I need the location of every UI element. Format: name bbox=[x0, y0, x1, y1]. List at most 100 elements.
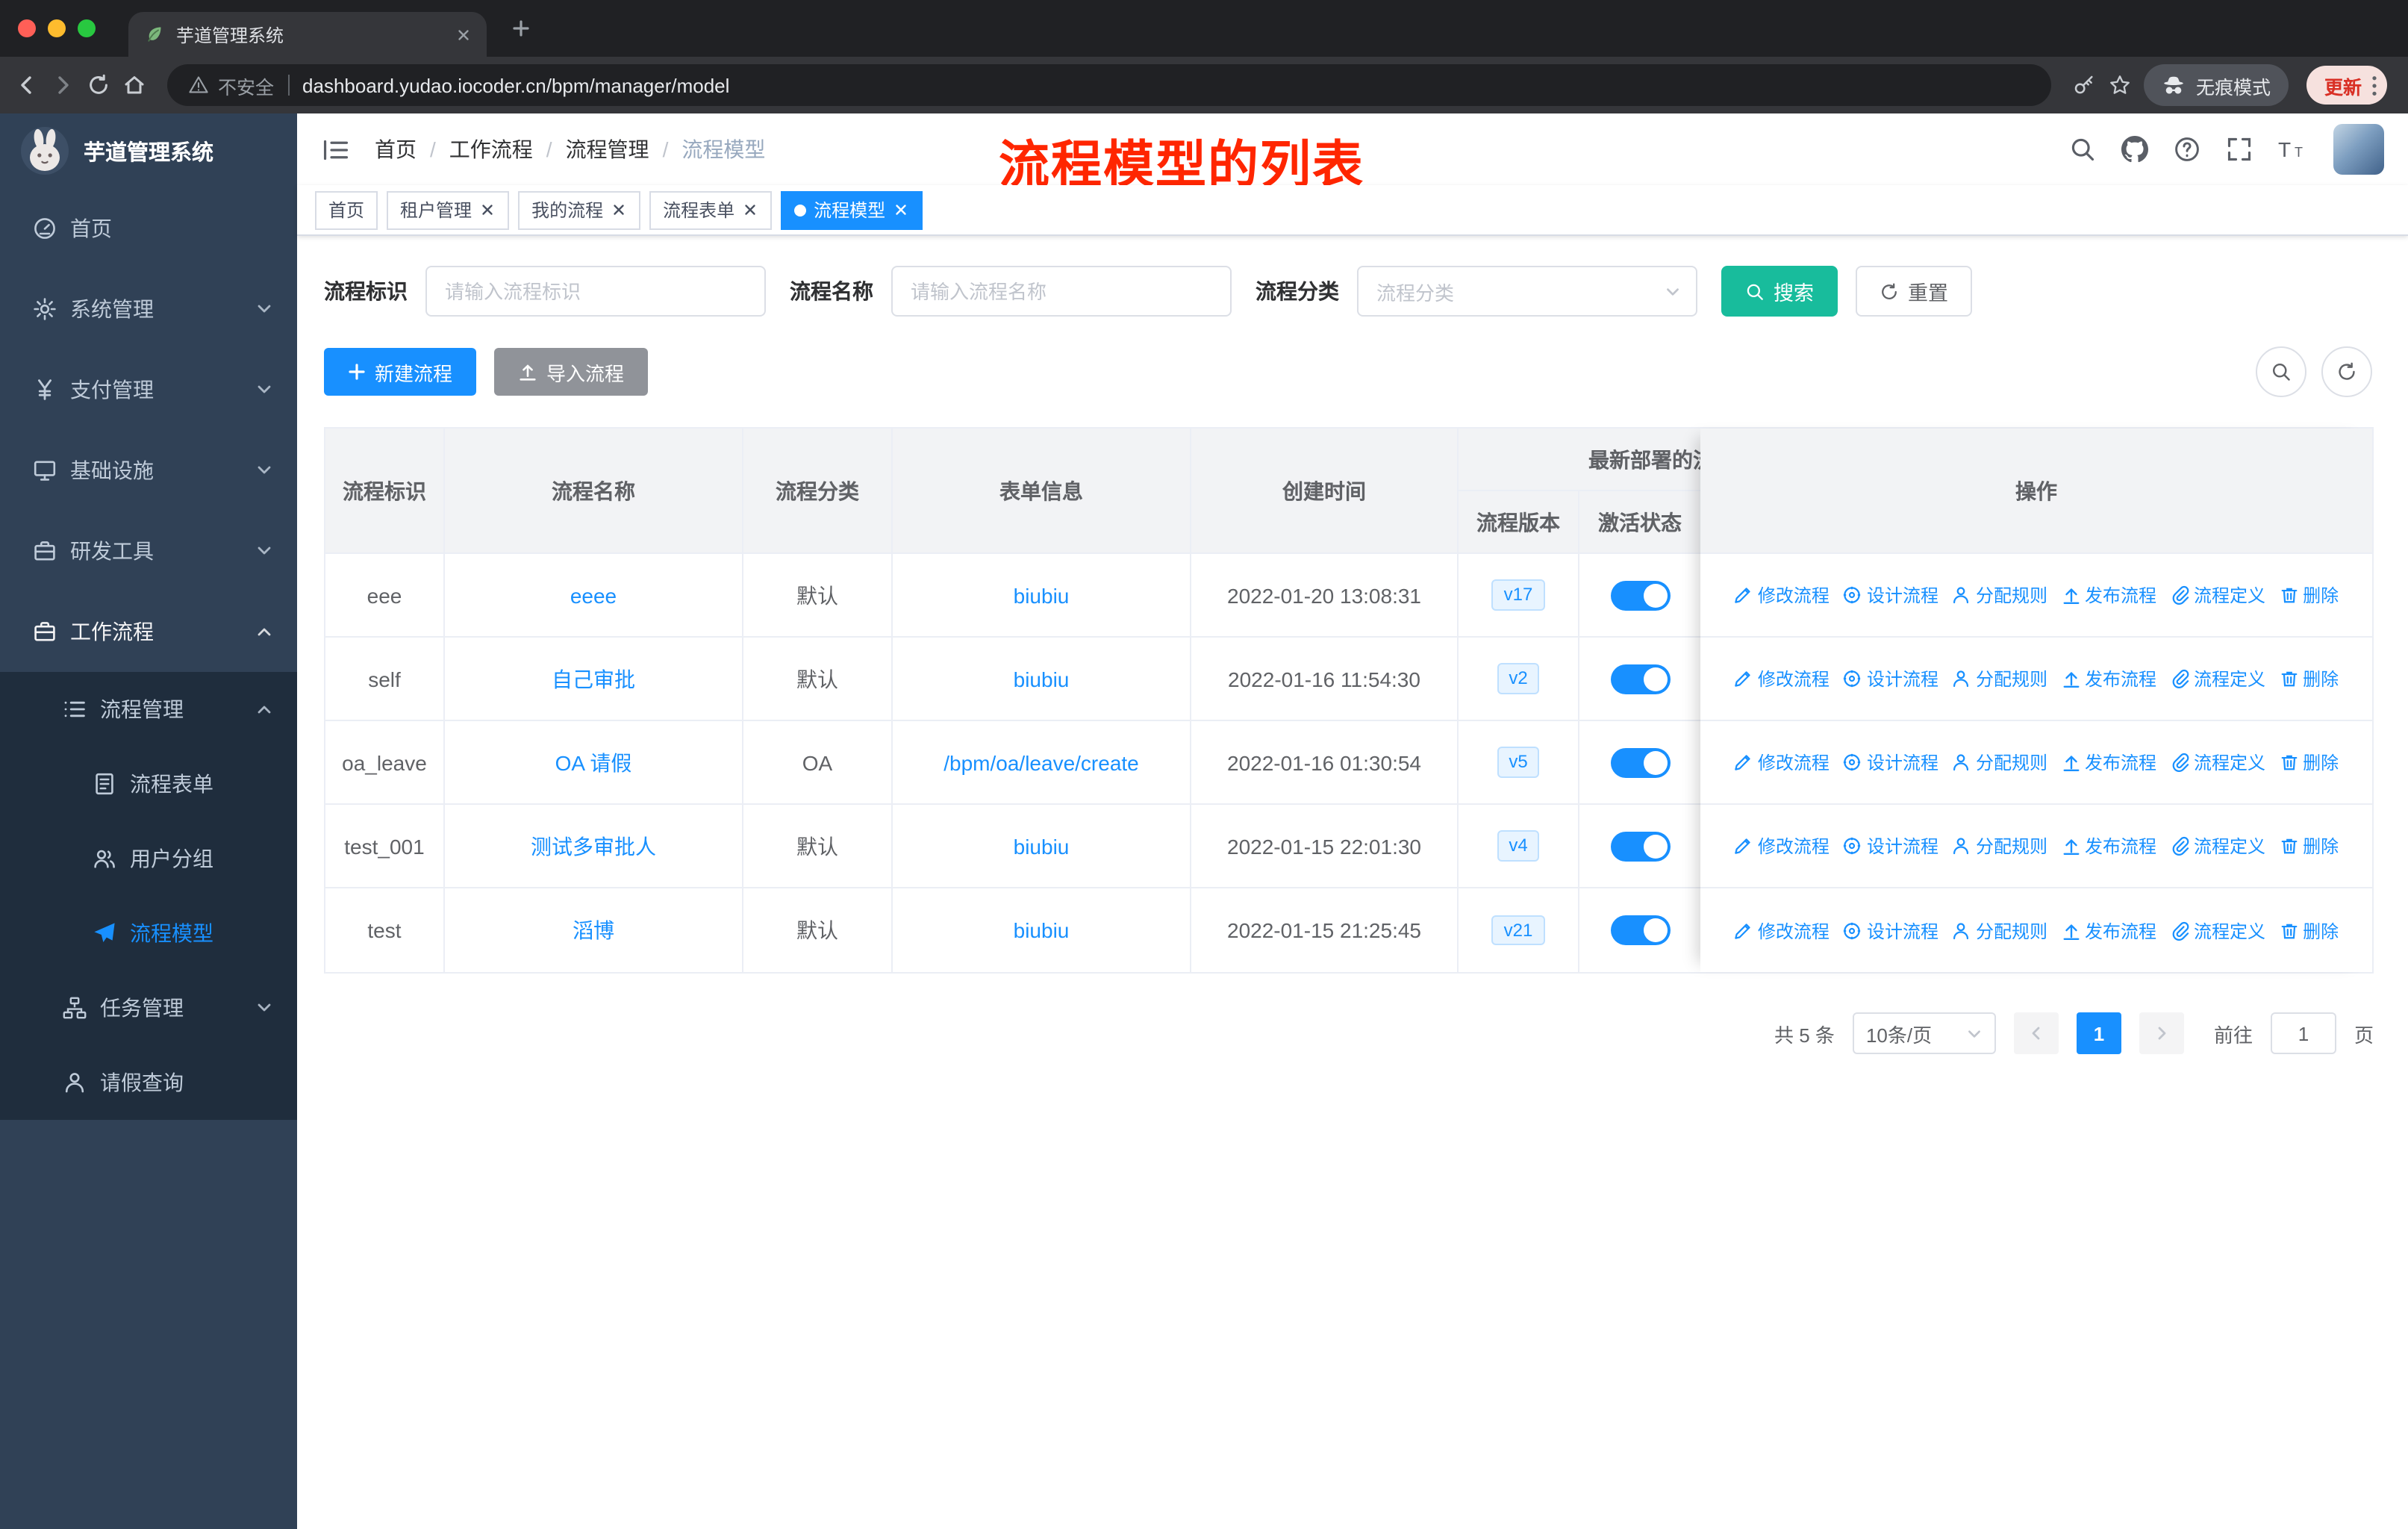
process-definition-link[interactable]: 流程定义 bbox=[2170, 918, 2265, 943]
goto-page-input[interactable] bbox=[2270, 1012, 2336, 1054]
assign-rule-link[interactable]: 分配规则 bbox=[1952, 918, 2047, 943]
header-search-icon[interactable] bbox=[2069, 136, 2096, 163]
active-toggle[interactable] bbox=[1610, 831, 1670, 861]
browser-home-button[interactable] bbox=[122, 73, 146, 97]
create-process-button[interactable]: 新建流程 bbox=[324, 348, 477, 396]
form-info-link[interactable]: biubiu bbox=[893, 805, 1191, 887]
edit-process-link[interactable]: 修改流程 bbox=[1734, 918, 1830, 943]
process-name-link[interactable]: OA 请假 bbox=[445, 721, 743, 803]
tag-tenant-management[interactable]: 租户管理 bbox=[387, 190, 510, 229]
process-definition-link[interactable]: 流程定义 bbox=[2170, 582, 2265, 608]
sidebar-item-home[interactable]: 首页 bbox=[0, 188, 297, 269]
minimize-window-button[interactable] bbox=[48, 19, 66, 37]
delete-process-link[interactable]: 删除 bbox=[2279, 666, 2339, 691]
bookmark-icon[interactable] bbox=[2108, 73, 2132, 97]
sidebar-item-user-group[interactable]: 用户分组 bbox=[0, 821, 297, 896]
import-process-button[interactable]: 导入流程 bbox=[494, 348, 649, 396]
delete-process-link[interactable]: 删除 bbox=[2279, 918, 2339, 943]
assign-rule-link[interactable]: 分配规则 bbox=[1952, 666, 2047, 691]
tag-close-icon[interactable] bbox=[479, 202, 496, 218]
browser-forward-button[interactable] bbox=[51, 73, 75, 97]
tag-close-icon[interactable] bbox=[893, 202, 909, 218]
page-1-button[interactable]: 1 bbox=[2076, 1012, 2121, 1054]
breadcrumb-item-3[interactable]: 流程管理 bbox=[566, 134, 649, 164]
page-size-select[interactable]: 10条/页 bbox=[1852, 1012, 1996, 1054]
publish-process-link[interactable]: 发布流程 bbox=[2061, 666, 2156, 691]
publish-process-link[interactable]: 发布流程 bbox=[2061, 750, 2156, 775]
publish-process-link[interactable]: 发布流程 bbox=[2061, 833, 2156, 859]
help-icon[interactable] bbox=[2174, 136, 2200, 163]
sidebar-collapse-button[interactable] bbox=[321, 137, 351, 162]
reset-button[interactable]: 重置 bbox=[1856, 266, 1972, 317]
browser-back-button[interactable] bbox=[15, 73, 39, 97]
sidebar-item-process-model[interactable]: 流程模型 bbox=[0, 896, 297, 971]
process-id-input[interactable] bbox=[425, 266, 766, 317]
assign-rule-link[interactable]: 分配规则 bbox=[1952, 582, 2047, 608]
tag-process-model[interactable]: 流程模型 bbox=[781, 190, 923, 229]
edit-process-link[interactable]: 修改流程 bbox=[1734, 833, 1830, 859]
process-definition-link[interactable]: 流程定义 bbox=[2170, 750, 2265, 775]
maximize-window-button[interactable] bbox=[78, 19, 96, 37]
form-info-link[interactable]: /bpm/oa/leave/create bbox=[893, 721, 1191, 803]
process-definition-link[interactable]: 流程定义 bbox=[2170, 833, 2265, 859]
process-name-link[interactable]: 滔博 bbox=[445, 888, 743, 972]
design-process-link[interactable]: 设计流程 bbox=[1843, 918, 1938, 943]
edit-process-link[interactable]: 修改流程 bbox=[1734, 750, 1830, 775]
process-name-link[interactable]: 测试多审批人 bbox=[445, 805, 743, 887]
edit-process-link[interactable]: 修改流程 bbox=[1734, 666, 1830, 691]
active-toggle[interactable] bbox=[1610, 747, 1670, 777]
refresh-table-button[interactable] bbox=[2321, 346, 2372, 397]
tag-close-icon[interactable] bbox=[611, 202, 627, 218]
github-icon[interactable] bbox=[2121, 136, 2148, 163]
delete-process-link[interactable]: 删除 bbox=[2279, 750, 2339, 775]
sidebar-item-payment[interactable]: 支付管理 bbox=[0, 349, 297, 430]
tab-close-icon[interactable] bbox=[455, 26, 472, 43]
publish-process-link[interactable]: 发布流程 bbox=[2061, 918, 2156, 943]
browser-tab[interactable]: 芋道管理系统 bbox=[128, 12, 487, 57]
design-process-link[interactable]: 设计流程 bbox=[1843, 750, 1938, 775]
fullscreen-icon[interactable] bbox=[2226, 136, 2253, 163]
form-info-link[interactable]: biubiu bbox=[893, 638, 1191, 720]
new-tab-button[interactable] bbox=[502, 9, 540, 48]
delete-process-link[interactable]: 删除 bbox=[2279, 582, 2339, 608]
sidebar-item-workflow[interactable]: 工作流程 bbox=[0, 591, 297, 672]
show-search-button[interactable] bbox=[2256, 346, 2306, 397]
password-manager-icon[interactable] bbox=[2072, 73, 2096, 97]
edit-process-link[interactable]: 修改流程 bbox=[1734, 582, 1830, 608]
breadcrumb-item-2[interactable]: 工作流程 bbox=[449, 134, 533, 164]
sidebar-item-process-form[interactable]: 流程表单 bbox=[0, 747, 297, 821]
process-name-input[interactable] bbox=[891, 266, 1232, 317]
design-process-link[interactable]: 设计流程 bbox=[1843, 582, 1938, 608]
tag-close-icon[interactable] bbox=[742, 202, 758, 218]
process-name-link[interactable]: eeee bbox=[445, 554, 743, 636]
tag-my-process[interactable]: 我的流程 bbox=[518, 190, 641, 229]
process-name-link[interactable]: 自己审批 bbox=[445, 638, 743, 720]
search-button[interactable]: 搜索 bbox=[1721, 266, 1838, 317]
delete-process-link[interactable]: 删除 bbox=[2279, 833, 2339, 859]
close-window-button[interactable] bbox=[18, 19, 36, 37]
sidebar-item-infrastructure[interactable]: 基础设施 bbox=[0, 430, 297, 511]
browser-update-button[interactable]: 更新 bbox=[2306, 66, 2387, 105]
assign-rule-link[interactable]: 分配规则 bbox=[1952, 833, 2047, 859]
process-category-select[interactable]: 流程分类 bbox=[1357, 266, 1697, 317]
design-process-link[interactable]: 设计流程 bbox=[1843, 666, 1938, 691]
next-page-button[interactable] bbox=[2139, 1012, 2184, 1054]
form-info-link[interactable]: biubiu bbox=[893, 888, 1191, 972]
browser-menu-icon[interactable] bbox=[2371, 74, 2378, 96]
sidebar-item-dev-tools[interactable]: 研发工具 bbox=[0, 511, 297, 591]
address-bar[interactable]: 不安全 dashboard.yudao.iocoder.cn/bpm/manag… bbox=[167, 64, 2051, 106]
sidebar-item-task-management[interactable]: 任务管理 bbox=[0, 971, 297, 1045]
publish-process-link[interactable]: 发布流程 bbox=[2061, 582, 2156, 608]
form-info-link[interactable]: biubiu bbox=[893, 554, 1191, 636]
active-toggle[interactable] bbox=[1610, 580, 1670, 610]
browser-reload-button[interactable] bbox=[87, 73, 110, 97]
design-process-link[interactable]: 设计流程 bbox=[1843, 833, 1938, 859]
font-size-icon[interactable]: TT bbox=[2278, 134, 2308, 164]
sidebar-item-system[interactable]: 系统管理 bbox=[0, 269, 297, 349]
tag-process-form[interactable]: 流程表单 bbox=[649, 190, 773, 229]
breadcrumb-item-1[interactable]: 首页 bbox=[375, 134, 417, 164]
user-avatar[interactable] bbox=[2333, 124, 2384, 175]
active-toggle[interactable] bbox=[1610, 915, 1670, 945]
sidebar-item-process-management[interactable]: 流程管理 bbox=[0, 672, 297, 747]
security-warning-icon[interactable] bbox=[188, 75, 209, 96]
